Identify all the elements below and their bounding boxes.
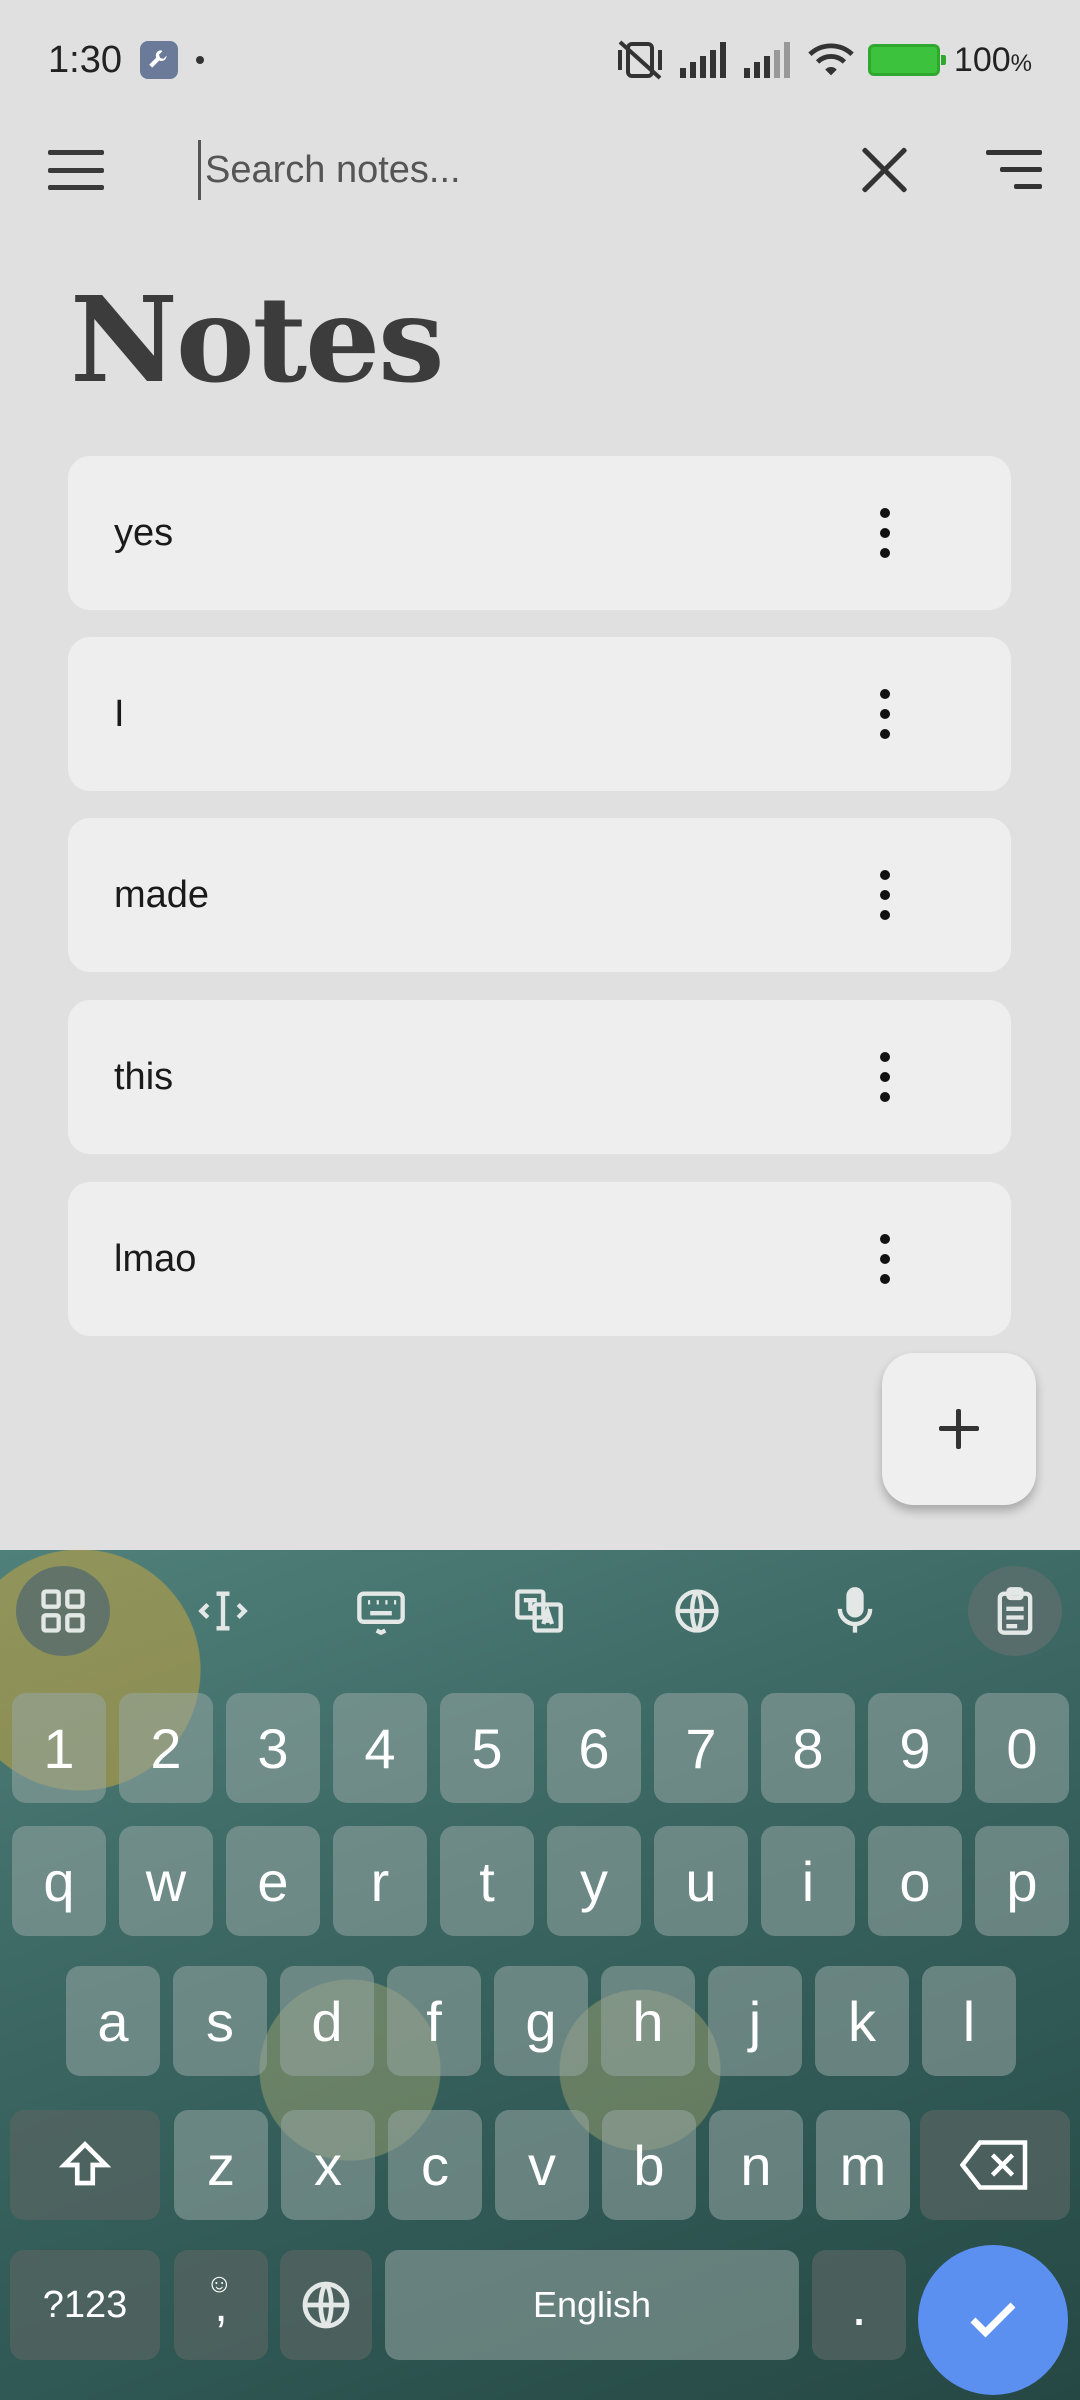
key-u[interactable]: u bbox=[654, 1826, 748, 1936]
page-title: Notes bbox=[70, 270, 445, 409]
battery-percent: 100 bbox=[953, 40, 1011, 79]
signal-icon bbox=[679, 42, 726, 78]
key-x[interactable]: x bbox=[281, 2110, 375, 2220]
key-0[interactable]: 0 bbox=[975, 1693, 1069, 1803]
key-t[interactable]: t bbox=[440, 1826, 534, 1936]
text-cursor-icon[interactable] bbox=[176, 1566, 270, 1656]
key-v[interactable]: v bbox=[495, 2110, 589, 2220]
key-a[interactable]: a bbox=[66, 1966, 160, 2076]
key-s[interactable]: s bbox=[173, 1966, 267, 2076]
comma-key[interactable]: , ☺ bbox=[174, 2250, 268, 2360]
battery-icon bbox=[867, 44, 946, 76]
more-options-icon[interactable] bbox=[879, 508, 891, 558]
key-k[interactable]: k bbox=[815, 1966, 909, 2076]
key-m[interactable]: m bbox=[816, 2110, 910, 2220]
note-title: this bbox=[114, 1055, 174, 1098]
sort-icon[interactable] bbox=[986, 150, 1042, 190]
key-9[interactable]: 9 bbox=[868, 1693, 962, 1803]
note-title: I bbox=[114, 692, 125, 735]
vibrate-mute-icon bbox=[617, 40, 662, 80]
note-card[interactable]: made bbox=[68, 818, 1011, 972]
space-key[interactable]: English bbox=[385, 2250, 799, 2360]
clear-search-icon[interactable] bbox=[858, 144, 910, 196]
key-g[interactable]: g bbox=[494, 1966, 588, 2076]
signal-icon-2 bbox=[743, 42, 790, 78]
key-i[interactable]: i bbox=[761, 1826, 855, 1936]
menu-icon[interactable] bbox=[48, 150, 104, 190]
apps-grid-icon[interactable] bbox=[16, 1566, 110, 1656]
note-card[interactable]: yes bbox=[68, 456, 1011, 610]
more-options-icon[interactable] bbox=[879, 1234, 891, 1284]
battery-unit: % bbox=[1010, 49, 1032, 77]
key-3[interactable]: 3 bbox=[226, 1693, 320, 1803]
globe-icon bbox=[302, 2281, 350, 2329]
backspace-key[interactable] bbox=[920, 2110, 1070, 2220]
key-j[interactable]: j bbox=[708, 1966, 802, 2076]
add-note-button[interactable] bbox=[882, 1353, 1036, 1505]
key-h[interactable]: h bbox=[601, 1966, 695, 2076]
key-8[interactable]: 8 bbox=[761, 1693, 855, 1803]
key-n[interactable]: n bbox=[709, 2110, 803, 2220]
note-card[interactable]: I bbox=[68, 637, 1011, 791]
key-r[interactable]: r bbox=[333, 1826, 427, 1936]
key-d[interactable]: d bbox=[280, 1966, 374, 2076]
key-1[interactable]: 1 bbox=[12, 1693, 106, 1803]
key-7[interactable]: 7 bbox=[654, 1693, 748, 1803]
key-f[interactable]: f bbox=[387, 1966, 481, 2076]
toolbar bbox=[0, 120, 1080, 220]
period-key[interactable]: . bbox=[812, 2250, 906, 2360]
shift-key[interactable] bbox=[10, 2110, 160, 2220]
enter-key[interactable] bbox=[918, 2245, 1068, 2395]
language-key[interactable] bbox=[280, 2250, 372, 2360]
translate-icon[interactable] bbox=[492, 1566, 586, 1656]
wrench-icon bbox=[139, 41, 178, 79]
shift-icon bbox=[58, 2141, 112, 2186]
key-q[interactable]: q bbox=[12, 1826, 106, 1936]
note-title: yes bbox=[114, 511, 174, 554]
key-6[interactable]: 6 bbox=[547, 1693, 641, 1803]
note-card[interactable]: this bbox=[68, 1000, 1011, 1154]
status-time: 1:30 bbox=[48, 38, 122, 81]
more-options-icon[interactable] bbox=[879, 870, 891, 920]
key-p[interactable]: p bbox=[975, 1826, 1069, 1936]
key-e[interactable]: e bbox=[226, 1826, 320, 1936]
more-options-icon[interactable] bbox=[879, 689, 891, 739]
key-o[interactable]: o bbox=[868, 1826, 962, 1936]
key-z[interactable]: z bbox=[174, 2110, 268, 2220]
keyboard-toolbar bbox=[0, 1550, 1080, 1670]
key-y[interactable]: y bbox=[547, 1826, 641, 1936]
keyboard-icon[interactable] bbox=[334, 1566, 428, 1656]
key-4[interactable]: 4 bbox=[333, 1693, 427, 1803]
key-l[interactable]: l bbox=[922, 1966, 1016, 2076]
checkmark-icon bbox=[970, 2302, 1016, 2338]
note-title: lmao bbox=[114, 1237, 197, 1280]
wifi-icon bbox=[808, 43, 854, 76]
key-c[interactable]: c bbox=[388, 2110, 482, 2220]
emoji-icon: ☺ bbox=[206, 2268, 233, 2298]
more-options-icon[interactable] bbox=[879, 1052, 891, 1102]
key-w[interactable]: w bbox=[119, 1826, 213, 1936]
note-card[interactable]: lmao bbox=[68, 1182, 1011, 1336]
status-bar: 1:30 100% bbox=[0, 0, 1080, 120]
notification-dot-icon bbox=[195, 56, 204, 64]
key-5[interactable]: 5 bbox=[440, 1693, 534, 1803]
backspace-icon bbox=[960, 2140, 1028, 2190]
key-2[interactable]: 2 bbox=[119, 1693, 213, 1803]
key-b[interactable]: b bbox=[602, 2110, 696, 2220]
microphone-icon[interactable] bbox=[808, 1566, 902, 1656]
symbols-key[interactable]: ?123 bbox=[10, 2250, 160, 2360]
globe-icon[interactable] bbox=[650, 1566, 744, 1656]
search-input[interactable] bbox=[198, 140, 798, 200]
note-title: made bbox=[114, 873, 210, 916]
clipboard-icon[interactable] bbox=[968, 1566, 1062, 1656]
